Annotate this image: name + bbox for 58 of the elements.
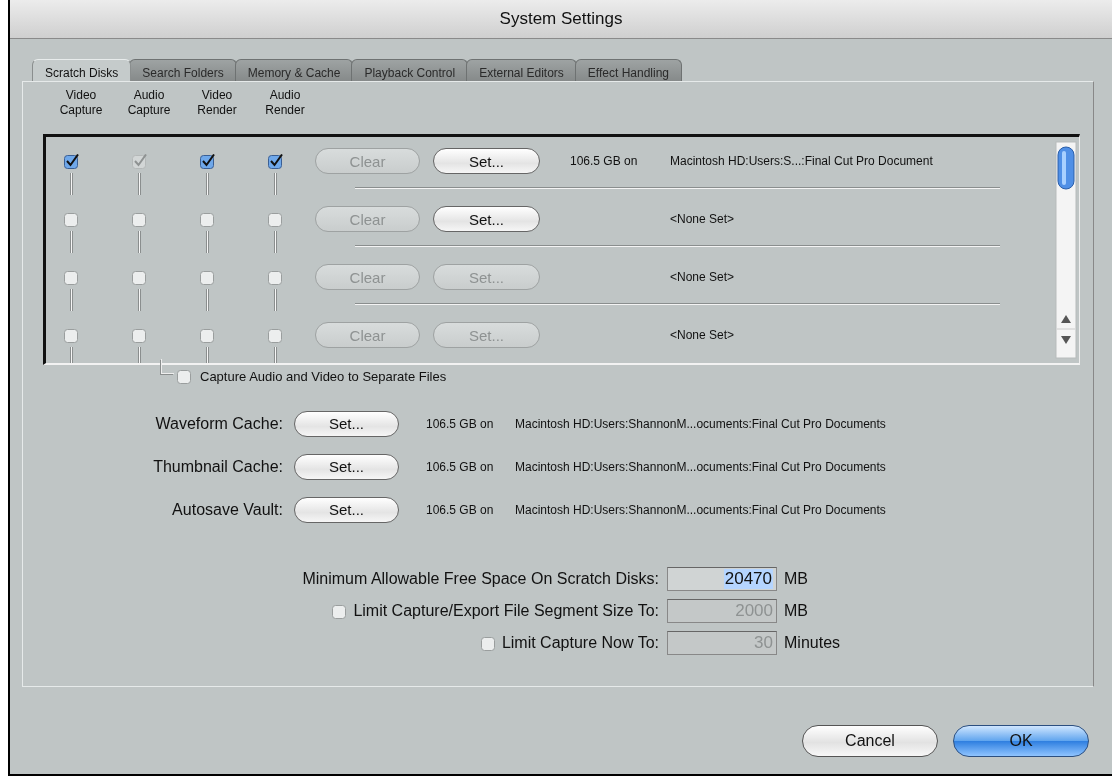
disk-path: Macintosh HD:Users:ShannonM...ocuments:Final Cut Pro Documents [515,416,886,431]
disk-size: 106.5 GB on [426,416,495,431]
tab[interactable]: Memory & Cache [234,59,354,81]
checkbox[interactable] [63,211,79,227]
ok-button[interactable]: OK [953,725,1089,757]
tab[interactable]: Playback Control [351,59,469,81]
checkbox[interactable] [267,153,283,169]
field-label: Minimum Allowable Free Space On Scratch Disks: [302,570,659,588]
column-header: Audio Render [264,88,306,119]
disk-path: Macintosh HD:Users:S...:Final Cut Pro Document [670,154,933,168]
checkbox[interactable] [63,153,79,169]
window-title: System Settings [499,9,623,29]
field-label: Limit Capture/Export File Segment Size To: [353,602,659,620]
checkbox[interactable] [199,211,215,227]
column-header: Video Render [196,88,238,119]
checkbox[interactable] [267,269,283,285]
cancel-button[interactable]: Cancel [802,725,938,757]
cache-label: Thumbnail Cache: [152,457,283,476]
unit-label: Minutes [784,634,841,652]
checkbox[interactable] [199,269,215,285]
checkbox-label: Capture Audio and Video to Separate Files [200,368,447,384]
disk-path: <None Set> [670,212,735,226]
disk-path: <None Set> [670,328,735,342]
input-field[interactable]: 20470 [667,567,777,591]
unit-label: MB [784,602,808,620]
tab[interactable]: Search Folders [129,59,237,81]
checkbox[interactable] [63,269,79,285]
checkbox[interactable] [63,327,79,343]
cache-label: Waveform Cache: [154,414,283,433]
checkbox[interactable] [267,211,283,227]
checkbox[interactable] [267,327,283,343]
tab[interactable]: External Editors [466,59,577,81]
tab[interactable]: Scratch Disks [32,59,132,81]
checkbox[interactable] [199,153,215,169]
set-button[interactable]: Set... [294,453,399,480]
disk-path: Macintosh HD:Users:ShannonM...ocuments:Final Cut Pro Documents [515,459,886,474]
column-header: Video Capture [58,88,104,119]
disk-size: 106.5 GB on [570,154,639,168]
checkbox[interactable] [177,368,192,384]
field-label: Limit Capture Now To: [501,634,659,652]
column-header: Audio Capture [126,88,172,119]
disk-path: Macintosh HD:Users:ShannonM...ocuments:Final Cut Pro Documents [515,502,886,517]
set-button[interactable]: Set... [294,496,399,523]
cache-label: Autosave Vault: [171,500,283,519]
disk-size: 106.5 GB on [426,502,495,517]
set-button[interactable]: Set... [433,148,540,174]
set-button[interactable]: Set... [433,206,540,232]
checkbox[interactable] [131,327,147,343]
set-button[interactable]: Set... [294,410,399,437]
connector-line [161,359,174,374]
checkbox[interactable] [131,269,147,285]
disk-path: <None Set> [670,270,735,284]
tab[interactable]: Effect Handling [574,59,683,81]
checkbox[interactable] [199,327,215,343]
scroll-bar[interactable] [1055,141,1077,359]
unit-label: MB [784,570,808,588]
disk-size: 106.5 GB on [426,459,495,474]
checkbox[interactable] [131,211,147,227]
